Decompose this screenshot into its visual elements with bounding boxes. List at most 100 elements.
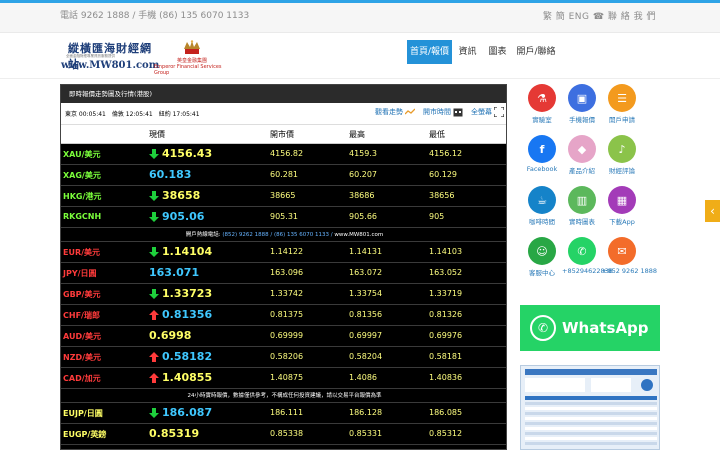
quote-symbol: AUD/美元 [63,332,102,341]
col-current: 現價 [149,130,165,139]
quick-link-item[interactable]: ◆ 產品介紹 [562,135,602,175]
quote-current: 60.183 [149,168,192,181]
quick-link-item[interactable]: ☺ 客服中心 [522,237,562,277]
down-arrow-icon [149,247,159,257]
down-arrow-icon [149,149,159,159]
up-arrow-icon [149,352,159,362]
fullscreen-link[interactable]: 全螢幕 [471,107,505,117]
quick-link-item[interactable]: ♪ 財經評論 [602,135,642,175]
whatsapp-banner-label: WhatsApp [562,319,649,337]
quote-symbol: CHF/瑞郎 [63,311,100,320]
site-logo[interactable]: 縱橫匯海財經網站 全面金融財經專業資訊服務提供 www.MW801.com [60,39,160,73]
quote-high: 0.58204 [349,352,383,361]
quote-open: 163.096 [270,268,304,277]
market-hours-link[interactable]: 開市時間 [423,107,463,117]
quote-symbol: XAG/美元 [63,171,101,180]
quick-link-label: +852 9262 1888 [602,267,658,275]
disclaimer-note: 24小時實時報價，數據僅供參考，不構成任何投資建議，請以交易平台報價為準 [61,389,506,403]
quote-low: 905 [429,212,445,221]
quick-link-item[interactable]: ▣ 手機報價 [562,84,602,124]
quote-symbol: HKG/港元 [63,192,102,201]
quote-row[interactable]: XAG/美元 60.183 60.281 60.207 60.129 [61,165,506,186]
quote-row[interactable]: CHF/瑞郎 0.81356 0.81375 0.81356 0.81326 [61,305,506,326]
nav-account-contact[interactable]: 開戶/聯絡 [515,40,557,64]
nav-home-quote[interactable]: 首頁/報價 [407,40,452,64]
quick-link-item[interactable]: ☰ 開戶申請 [602,84,642,124]
quote-low: 1.40836 [429,373,463,382]
market-hours-label: 開市時間 [423,108,451,116]
up-arrow-icon [149,373,159,383]
quote-symbol: XAU/美元 [63,150,101,159]
quote-row[interactable]: GBP/美元 1.33723 1.33742 1.33754 1.33719 [61,284,506,305]
quote-open: 0.69999 [270,331,304,340]
quick-link-label: 實驗室 [532,116,552,124]
quote-current: 1.40855 [162,371,213,384]
emperor-group-logo: 英皇金融集團 Emperor Financial Services Group [154,39,234,76]
quote-row[interactable]: JPY/日圓 163.071 163.096 163.072 163.052 [61,263,506,284]
checklist-icon: ☰ [608,84,636,112]
quote-symbol: NZD/美元 [63,353,102,362]
hotline-prefix: 開戶熱線電話: [185,232,221,238]
quick-link-label: 下載App [609,218,635,226]
quote-current: 0.6998 [149,329,192,342]
quick-link-item[interactable]: f Facebook [522,135,562,173]
calendar-icon [453,108,463,117]
quote-row[interactable]: NZD/美元 0.58182 0.58206 0.58204 0.58181 [61,347,506,368]
nav-news[interactable]: 資訊 [455,40,480,64]
side-collapse-tab[interactable]: ‹ [705,200,720,222]
hotline-site: www.MW801.com [334,232,384,238]
quick-link-item[interactable]: ✆ +85294622838 [562,237,613,275]
quote-current: 0.81356 [162,308,213,321]
logo-tagline: 全面金融財經專業資訊服務提供 [66,54,115,58]
quote-open: 1.40875 [270,373,304,382]
quote-open: 1.14122 [270,247,304,256]
quick-link-label: 咖啡時間 [529,218,555,226]
quote-row[interactable]: RKGCNH 905.06 905.31 905.66 905 [61,207,506,228]
watch-trend-link[interactable]: 觀看走勢 [375,107,416,117]
panel-title: 即時報價走勢圖及行情(港股) [61,85,506,103]
time-bar: 東京 00:05:41 倫敦 12:05:41 紐約 17:05:41 觀看走勢… [61,103,506,125]
quick-link-label: 客服中心 [529,269,555,277]
quote-open: 38665 [270,191,296,200]
quick-link-label: 財經評論 [609,167,635,175]
quote-low: 1.14103 [429,247,463,256]
quote-row[interactable]: EUJP/日圓 186.087 186.111 186.128 186.085 [61,403,506,424]
language-contact-links[interactable]: 繁 簡 ENG ☎ 聯 絡 我 們 [543,9,656,22]
quote-high: 60.207 [349,170,377,179]
quote-current: 0.85319 [149,427,200,440]
quote-open: 1.33742 [270,289,304,298]
mobile-quote-icon: ▣ [568,84,596,112]
quick-link-item[interactable]: ▥ 實時圖表 [562,186,602,226]
facebook-icon: f [528,135,556,163]
quote-row[interactable]: XAU/美元 4156.43 4156.82 4159.3 4156.12 [61,144,506,165]
quote-row[interactable]: EUGP/英鎊 0.85319 0.85338 0.85331 0.85312 [61,424,506,445]
quote-row[interactable]: HKG/港元 38658 38665 38686 38656 [61,186,506,207]
quote-symbol: EUGP/英鎊 [63,430,107,439]
quote-low: 186.085 [429,408,463,417]
quote-symbol: CAD/加元 [63,374,101,383]
quote-open: 0.81375 [270,310,304,319]
quick-link-label: 開戶申請 [609,116,635,124]
logo-url: www.MW801.com [61,60,160,71]
quick-link-item[interactable]: ▦ 下載App [602,186,642,226]
quote-row[interactable]: EUR/美元 1.14104 1.14122 1.14131 1.14103 [61,242,506,263]
quick-link-item[interactable]: ⚗ 實驗室 [522,84,562,124]
quote-symbol: JPY/日圓 [63,269,97,278]
wechat-icon: ✉ [608,237,636,265]
quote-symbol: RKGCNH [63,212,102,221]
quick-link-label: 實時圖表 [569,218,595,226]
whatsapp-banner[interactable]: ✆ WhatsApp [520,305,660,351]
quick-link-icons: ⚗ 實驗室 ▣ 手機報價 ☰ 開戶申請 f Facebook ◆ 產品介紹 ♪ 財經評論 ☕ 咖啡時間 ▥ 實… [522,84,662,284]
quote-panel: 即時報價走勢圖及行情(港股) 東京 00:05:41 倫敦 12:05:41 紐… [60,84,507,450]
promo-quote-image[interactable] [520,365,660,450]
quote-current: 38658 [162,189,201,202]
group-name-cn: 英皇金融集團 [177,58,208,64]
nav-charts[interactable]: 圖表 [485,40,510,64]
quick-link-item[interactable]: ☕ 咖啡時間 [522,186,562,226]
quote-row[interactable]: AUD/美元 0.6998 0.69999 0.69997 0.69976 [61,326,506,347]
quick-link-item[interactable]: ✉ +852 9262 1888 [602,237,658,275]
hotline-phones: (852) 9262 1888 / (86) 135 6070 1133 / [222,232,333,238]
quick-link-label: +85294622838 [562,267,613,275]
quote-current: 163.071 [149,266,200,279]
quote-row[interactable]: CAD/加元 1.40855 1.40875 1.4086 1.40836 [61,368,506,389]
